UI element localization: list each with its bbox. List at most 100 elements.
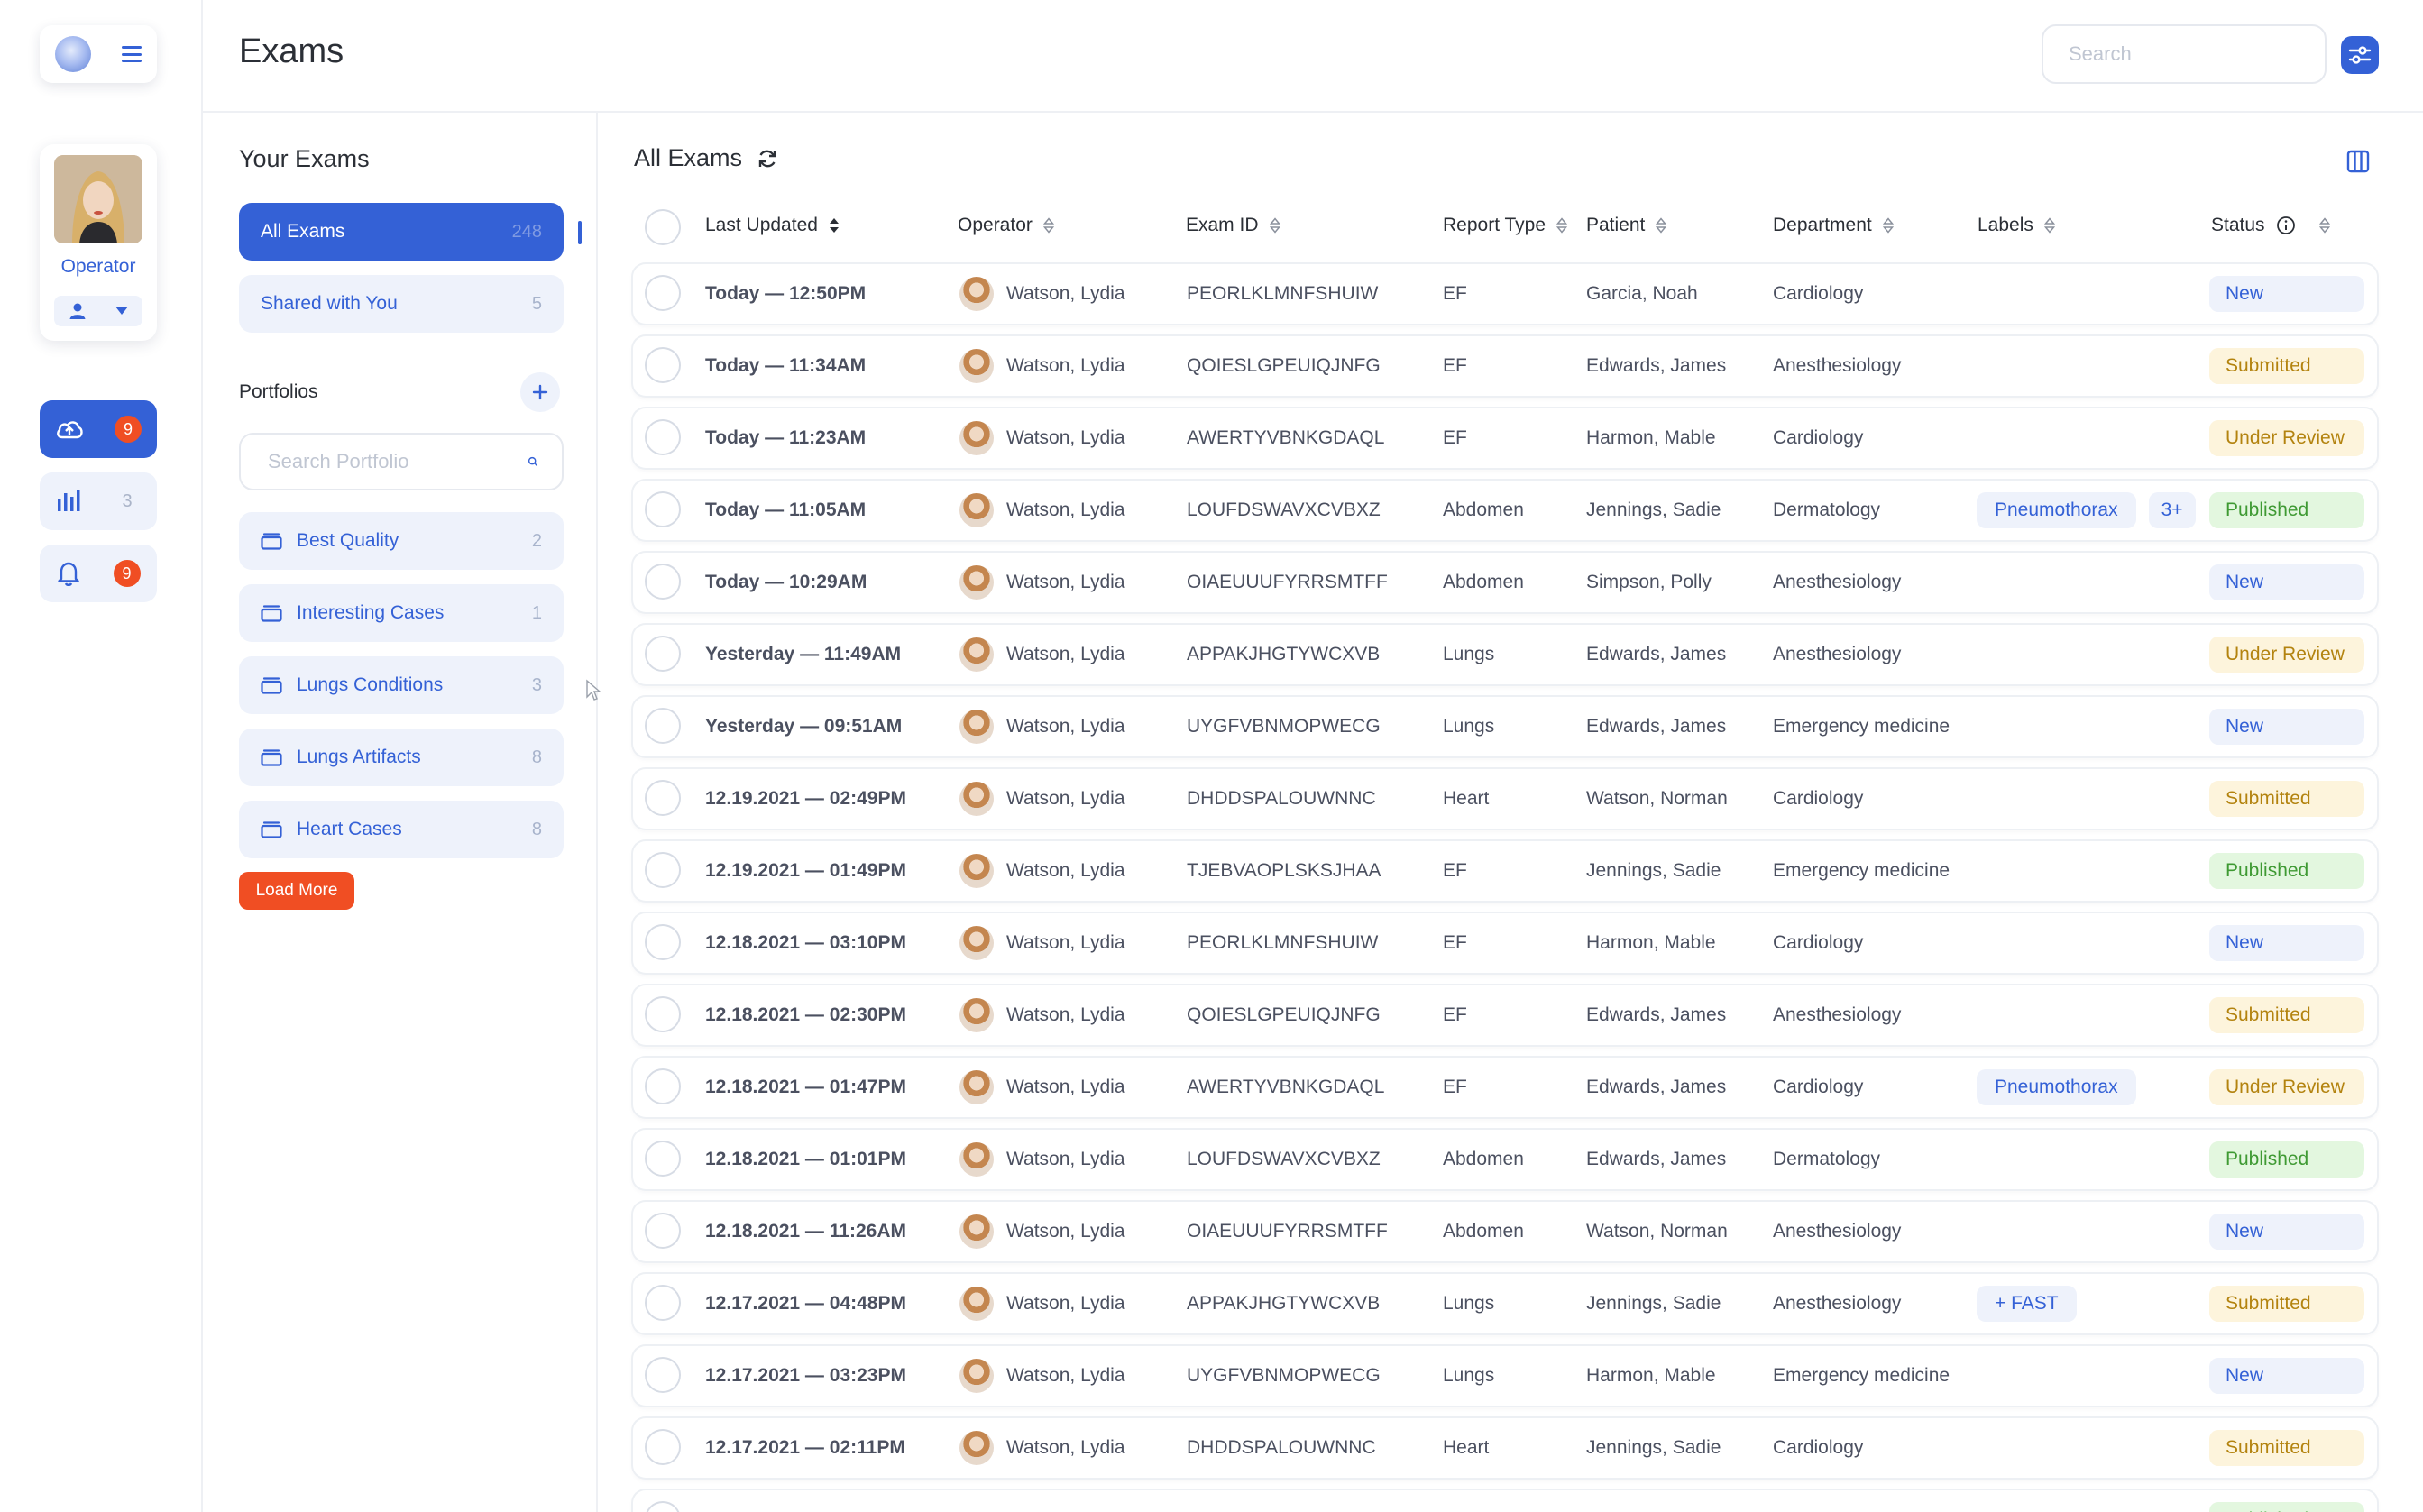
patient-cell: Edwards, James	[1586, 355, 1727, 376]
add-portfolio-button[interactable]	[520, 372, 560, 412]
label-chip[interactable]: Pneumothorax	[1977, 1069, 2136, 1105]
filter-settings-button[interactable]	[2341, 36, 2379, 74]
table-row[interactable]: Today — 10:29AM Watson, Lydia OIAEUUUFYRRS…	[633, 553, 2377, 612]
nav-shared-with-you[interactable]: Shared with You 5	[239, 275, 564, 333]
portfolio-search[interactable]	[239, 433, 564, 490]
operator-cell: Watson, Lydia	[959, 1274, 1125, 1333]
avatar	[959, 1359, 994, 1393]
status-cell: Published	[2209, 841, 2364, 901]
column-header-labels[interactable]: Labels	[1978, 215, 2055, 236]
global-search[interactable]	[2042, 24, 2328, 84]
column-header-exam-id[interactable]: Exam ID	[1186, 215, 1280, 236]
portfolio-count: 3	[531, 674, 542, 695]
labels-cell: Pneumothorax 3+	[1977, 481, 2196, 540]
table-row[interactable]: 12.17.2021 — 04:48PM Watson, Lydia APPAKJH…	[633, 1274, 2377, 1333]
portfolio-item[interactable]: Lungs Conditions 3	[239, 656, 564, 714]
table-row[interactable]: 12.18.2021 — 03:10PM Watson, Lydia PEORLKL…	[633, 913, 2377, 973]
row-checkbox[interactable]	[645, 347, 681, 383]
refresh-icon[interactable]	[757, 148, 778, 170]
row-checkbox[interactable]	[645, 1501, 681, 1512]
table-row[interactable]: 12.17.2021 — 02:11PM Watson, Lydia DHDDSPA…	[633, 1418, 2377, 1478]
column-header-status[interactable]: Status	[2211, 215, 2330, 236]
avatar	[959, 565, 994, 600]
label-chip[interactable]: 3+	[2148, 492, 2196, 528]
active-indicator	[578, 221, 582, 244]
load-more-button[interactable]: Load More	[239, 872, 354, 910]
column-header-department[interactable]: Department	[1773, 215, 1894, 236]
table-row[interactable]: 12.18.2021 — 11:26AM Watson, Lydia OIAEUUU…	[633, 1202, 2377, 1261]
exam-id-cell: DHDDSPALOUWNNC	[1187, 1437, 1376, 1458]
column-header-patient[interactable]: Patient	[1586, 215, 1667, 236]
row-checkbox[interactable]	[645, 708, 681, 744]
row-checkbox[interactable]	[645, 852, 681, 888]
table-row[interactable]: Today — 11:34AM Watson, Lydia QOIESLGPEUIQ…	[633, 336, 2377, 396]
row-checkbox[interactable]	[645, 1141, 681, 1177]
row-checkbox[interactable]	[645, 1285, 681, 1321]
table-row[interactable]: Published	[633, 1490, 2377, 1512]
row-checkbox[interactable]	[645, 1068, 681, 1104]
row-checkbox[interactable]	[645, 924, 681, 960]
row-checkbox[interactable]	[645, 1429, 681, 1465]
row-checkbox[interactable]	[645, 636, 681, 672]
portfolio-count: 8	[531, 747, 542, 767]
column-settings-button[interactable]	[2343, 146, 2373, 177]
portfolio-item[interactable]: Interesting Cases 1	[239, 584, 564, 642]
row-checkbox[interactable]	[645, 1213, 681, 1249]
search-input[interactable]	[2069, 42, 2328, 66]
column-header-report-type[interactable]: Report Type	[1443, 215, 1568, 236]
portfolio-item[interactable]: Lungs Artifacts 8	[239, 729, 564, 786]
portfolio-search-input[interactable]	[268, 450, 528, 473]
table-row[interactable]: 12.17.2021 — 03:23PM Watson, Lydia UYGFVBN…	[633, 1346, 2377, 1406]
table-row[interactable]: Today — 11:05AM Watson, Lydia LOUFDSWAVXCV…	[633, 481, 2377, 540]
row-checkbox[interactable]	[645, 1357, 681, 1393]
report-type-cell: Abdomen	[1443, 1221, 1524, 1242]
last-updated-cell: 12.17.2021 — 02:11PM	[705, 1437, 905, 1458]
profile-menu[interactable]	[54, 296, 142, 326]
exam-id-cell: TJEBVAOPLSKSJHAA	[1187, 860, 1381, 881]
label-chip[interactable]: + FAST	[1977, 1286, 2077, 1322]
column-header-operator[interactable]: Operator	[958, 215, 1054, 236]
briefcase-icon	[261, 533, 282, 550]
operator-cell: Watson, Lydia	[959, 1418, 1125, 1478]
table-row[interactable]: 12.19.2021 — 02:49PM Watson, Lydia DHDDSPA…	[633, 769, 2377, 829]
menu-icon[interactable]	[122, 46, 142, 62]
table-row[interactable]: 12.19.2021 — 01:49PM Watson, Lydia TJEBVAO…	[633, 841, 2377, 901]
patient-cell: Watson, Norman	[1586, 1221, 1728, 1242]
patient-cell: Jennings, Sadie	[1586, 1293, 1721, 1314]
patient-cell: Simpson, Polly	[1586, 572, 1712, 592]
sort-icon	[829, 218, 839, 233]
select-all-checkbox[interactable]	[645, 209, 681, 245]
row-checkbox[interactable]	[645, 491, 681, 527]
table-row[interactable]: Yesterday — 11:49AM Watson, Lydia APPAKJHG…	[633, 625, 2377, 684]
table-row[interactable]: 12.18.2021 — 01:01PM Watson, Lydia LOUFDSW…	[633, 1130, 2377, 1189]
row-checkbox[interactable]	[645, 996, 681, 1032]
report-type-cell: Lungs	[1443, 644, 1495, 664]
table-row[interactable]: Today — 12:50PM Watson, Lydia PEORLKLMNFSH…	[633, 264, 2377, 324]
search-icon[interactable]	[528, 452, 538, 472]
rail-notifications-button[interactable]: 9	[40, 545, 157, 602]
column-header-last-updated[interactable]: Last Updated	[705, 215, 840, 236]
column-label: Status	[2211, 215, 2265, 235]
last-updated-cell: 12.18.2021 — 03:10PM	[705, 932, 906, 953]
table-row[interactable]: 12.18.2021 — 02:30PM Watson, Lydia QOIESLG…	[633, 985, 2377, 1045]
portfolios-heading: Portfolios	[239, 381, 318, 402]
portfolio-item[interactable]: Best Quality 2	[239, 512, 564, 570]
exam-id-cell: QOIESLGPEUIQJNFG	[1187, 355, 1381, 376]
avatar	[959, 926, 994, 960]
row-checkbox[interactable]	[645, 780, 681, 816]
portfolio-item[interactable]: Heart Cases 8	[239, 801, 564, 858]
rail-analytics-button[interactable]: 3	[40, 472, 157, 530]
table-row[interactable]: 12.18.2021 — 01:47PM Watson, Lydia AWERTYV…	[633, 1058, 2377, 1117]
table-row[interactable]: Yesterday — 09:51AM Watson, Lydia UYGFVBNM…	[633, 697, 2377, 756]
label-chip[interactable]: Pneumothorax	[1977, 492, 2136, 528]
labels-cell: + FAST	[1977, 1274, 2077, 1333]
table-row[interactable]: Today — 11:23AM Watson, Lydia AWERTYVBNKGD…	[633, 408, 2377, 468]
nav-all-exams[interactable]: All Exams 248	[239, 203, 564, 261]
row-checkbox[interactable]	[645, 564, 681, 600]
status-cell: Submitted	[2209, 985, 2364, 1045]
row-checkbox[interactable]	[645, 419, 681, 455]
row-checkbox[interactable]	[645, 275, 681, 311]
info-icon[interactable]	[2276, 215, 2296, 235]
rail-uploads-button[interactable]: 9	[40, 400, 157, 458]
patient-cell: Edwards, James	[1586, 1149, 1727, 1169]
